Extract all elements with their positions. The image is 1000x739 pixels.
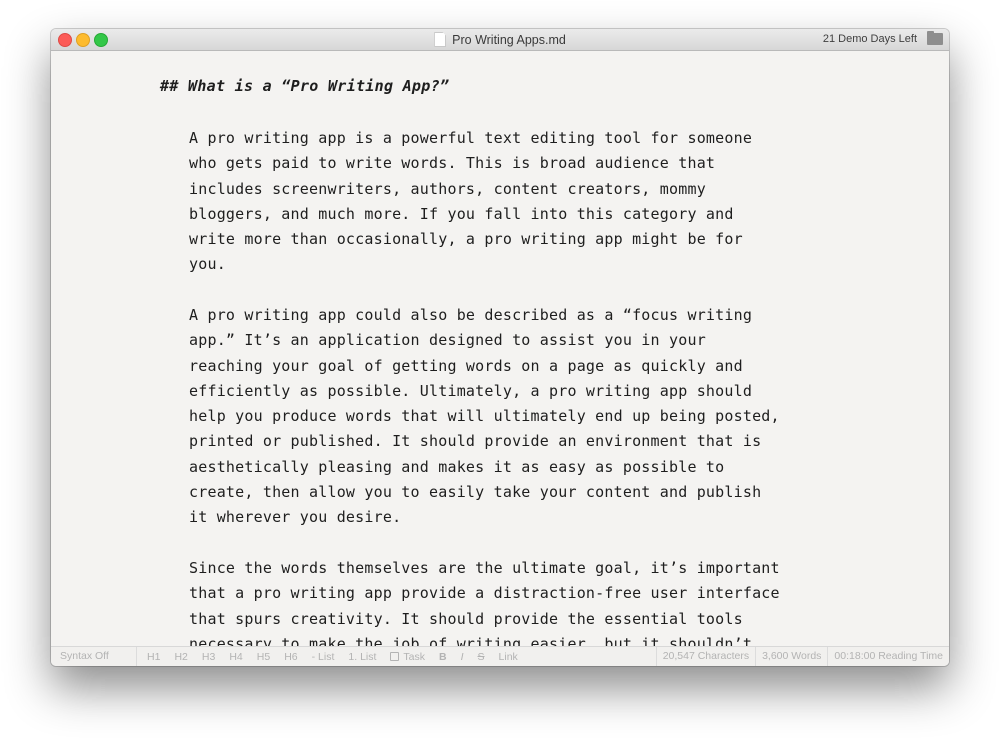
window-title: Pro Writing Apps.md (452, 32, 566, 47)
word-count[interactable]: 3,600 Words (755, 647, 827, 666)
syntax-toggle[interactable]: Syntax Off (51, 647, 137, 666)
paragraph: Since the words themselves are the ultim… (189, 559, 780, 647)
close-window-button[interactable] (58, 33, 72, 47)
paragraph: A pro writing app is a powerful text edi… (189, 129, 753, 274)
document-icon (434, 32, 447, 47)
maximize-window-button[interactable] (94, 33, 108, 47)
h6-button[interactable]: H6 (284, 651, 297, 663)
numbered-list-button[interactable]: 1. List (348, 651, 376, 663)
h4-button[interactable]: H4 (229, 651, 242, 663)
task-label: Task (403, 650, 425, 663)
strikethrough-button[interactable]: S (478, 651, 485, 663)
h2-button[interactable]: H2 (174, 651, 187, 663)
minimize-window-button[interactable] (76, 33, 90, 47)
folder-icon[interactable] (927, 31, 943, 45)
link-button[interactable]: Link (499, 651, 518, 663)
window-title-group: Pro Writing Apps.md (51, 29, 949, 50)
italic-button[interactable]: I (461, 651, 464, 663)
h5-button[interactable]: H5 (257, 651, 270, 663)
h3-button[interactable]: H3 (202, 651, 215, 663)
task-button[interactable]: Task (390, 651, 425, 663)
bullet-list-button[interactable]: - List (312, 651, 335, 663)
markdown-heading: ## What is a “Pro Writing App?” (160, 77, 450, 95)
character-count[interactable]: 20,547 Characters (655, 647, 755, 666)
text-editor[interactable]: ## What is a “Pro Writing App?” A pro wr… (51, 51, 949, 647)
status-bar: Syntax Off H1 H2 H3 H4 H5 H6 - List 1. L… (51, 646, 949, 666)
document-stats: 20,547 Characters 3,600 Words 00:18:00 R… (655, 647, 949, 666)
bold-button[interactable]: B (439, 651, 447, 663)
reading-time[interactable]: 00:18:00 Reading Time (827, 647, 949, 666)
title-bar: Pro Writing Apps.md 21 Demo Days Left (51, 29, 949, 51)
h1-button[interactable]: H1 (147, 651, 160, 663)
demo-days-left: 21 Demo Days Left (822, 33, 917, 45)
checkbox-icon (390, 652, 400, 661)
app-window: Pro Writing Apps.md 21 Demo Days Left ##… (51, 29, 949, 666)
formatting-toolbar: H1 H2 H3 H4 H5 H6 - List 1. List Task B … (137, 651, 532, 663)
paragraph: A pro writing app could also be describe… (189, 306, 780, 527)
